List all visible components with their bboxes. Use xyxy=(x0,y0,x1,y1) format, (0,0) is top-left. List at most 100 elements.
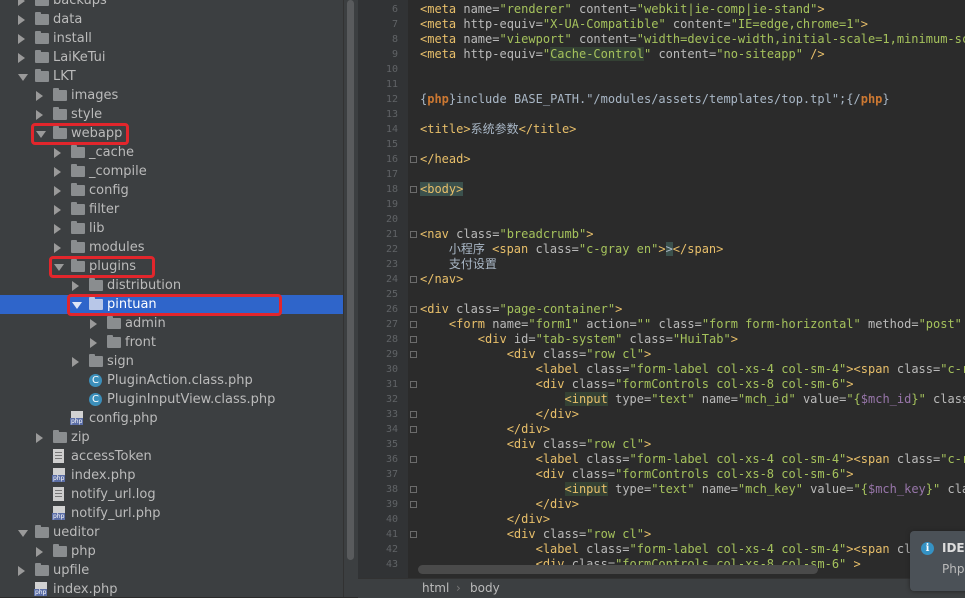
chevron-right-icon[interactable] xyxy=(72,281,79,291)
chevron-right-icon[interactable] xyxy=(54,224,61,234)
fold-toggle-icon[interactable] xyxy=(410,321,417,328)
chevron-right-icon[interactable] xyxy=(54,186,61,196)
tree-scrollbar-thumb[interactable] xyxy=(347,0,354,560)
fold-toggle-icon[interactable] xyxy=(410,531,417,538)
fold-toggle-icon[interactable] xyxy=(410,186,417,193)
code-token: <div xyxy=(535,467,572,481)
tree-item-zip[interactable]: zip xyxy=(0,428,343,447)
code-token: > xyxy=(853,557,861,571)
chevron-right-icon[interactable] xyxy=(18,566,25,576)
fold-toggle-icon[interactable] xyxy=(410,231,417,238)
tree-scrollbar[interactable] xyxy=(343,0,358,597)
code-token: "row cl" xyxy=(586,347,644,361)
fold-toggle-icon[interactable] xyxy=(410,411,417,418)
breadcrumb-html[interactable]: html xyxy=(422,579,449,598)
fold-toggle-icon[interactable] xyxy=(410,456,417,463)
ide-notification[interactable]: i IDE Php xyxy=(910,531,965,591)
breadcrumb-body[interactable]: body xyxy=(470,579,500,598)
tree-item-ueditor[interactable]: ueditor xyxy=(0,523,343,542)
chevron-right-icon[interactable] xyxy=(36,110,43,120)
tree-item-label: index.php xyxy=(71,468,136,483)
chevron-right-icon[interactable] xyxy=(90,338,97,348)
chevron-down-icon[interactable] xyxy=(18,74,28,81)
tree-item-sign[interactable]: sign xyxy=(0,352,343,371)
tree-item-compile[interactable]: _compile xyxy=(0,162,343,181)
chevron-right-icon[interactable] xyxy=(36,433,43,443)
code-line: </div> xyxy=(420,422,965,437)
chevron-right-icon[interactable] xyxy=(72,357,79,367)
fold-toggle-icon[interactable] xyxy=(410,336,417,343)
code-token: class= xyxy=(456,227,500,241)
tree-item-style[interactable]: style xyxy=(0,105,343,124)
chevron-right-icon[interactable] xyxy=(18,15,25,25)
code-token: </div> xyxy=(535,497,579,511)
tree-item-admin[interactable]: admin xyxy=(0,314,343,333)
tree-item-laiketui[interactable]: LaiKeTui xyxy=(0,48,343,67)
fold-toggle-icon[interactable] xyxy=(410,381,417,388)
tree-item-accesstoken[interactable]: accessToken xyxy=(0,447,343,466)
code-token: > xyxy=(643,527,652,541)
fold-toggle-icon[interactable] xyxy=(410,276,417,283)
chevron-right-icon[interactable] xyxy=(90,319,97,329)
chevron-right-icon[interactable] xyxy=(18,0,25,6)
tree-item-config[interactable]: config xyxy=(0,181,343,200)
code-token: "IE=edge,chrome=1" xyxy=(730,17,861,31)
tree-item-install[interactable]: install xyxy=(0,29,343,48)
code-token: "mch_key" xyxy=(737,482,811,496)
project-tree[interactable]: backups data install LaiKeTui LKT images style… xyxy=(0,0,343,597)
fold-toggle-icon[interactable] xyxy=(410,486,417,493)
tree-item-pintuan[interactable]: pintuan xyxy=(0,294,343,316)
tree-item-webapp[interactable]: webapp xyxy=(0,123,343,145)
fold-toggle-icon[interactable] xyxy=(410,501,417,508)
code-line: </div> xyxy=(420,407,965,422)
code-token: > xyxy=(615,302,623,316)
chevron-right-icon[interactable] xyxy=(54,205,61,215)
code-token: "row cl" xyxy=(586,437,644,451)
tree-item-backups[interactable]: backups xyxy=(0,0,343,10)
fold-toggle-icon[interactable] xyxy=(410,306,417,313)
fold-toggle-icon[interactable] xyxy=(410,156,417,163)
tree-item-images[interactable]: images xyxy=(0,86,343,105)
tree-item-filter[interactable]: filter xyxy=(0,200,343,219)
tree-item-distribution[interactable]: distribution xyxy=(0,276,343,295)
tree-item-upfile[interactable]: upfile xyxy=(0,561,343,580)
chevron-right-icon[interactable] xyxy=(18,53,25,63)
tree-item-lkt[interactable]: LKT xyxy=(0,67,343,86)
code-editor[interactable]: <meta name="renderer" content="webkit|ie… xyxy=(418,0,965,578)
line-number-gutter[interactable]: 6 7 8 9 10 11 12 13 14 15 16 17 18 19 20 21 22 23 24 25 26 27… xyxy=(358,0,408,578)
tree-item-label: admin xyxy=(125,316,166,331)
fold-toggle-icon[interactable] xyxy=(410,351,417,358)
code-token: type= xyxy=(615,392,652,406)
tree-item-front[interactable]: front xyxy=(0,333,343,352)
chevron-right-icon[interactable] xyxy=(54,243,61,253)
chevron-right-icon[interactable] xyxy=(54,148,61,158)
tree-item-index-php[interactable]: index.php xyxy=(0,466,343,485)
tree-item-plugininputview-class-php[interactable]: C PluginInputView.class.php xyxy=(0,390,343,409)
chevron-right-icon[interactable] xyxy=(18,34,25,44)
tree-item-notify-url-log[interactable]: notify_url.log xyxy=(0,485,343,504)
tree-item-config-php[interactable]: config.php xyxy=(0,409,343,428)
tree-item-plugins[interactable]: plugins xyxy=(0,256,343,278)
code-token: "width=device-width,initial-scale=1,mini… xyxy=(636,32,965,46)
breadcrumb-separator: › xyxy=(456,581,461,595)
chevron-down-icon[interactable] xyxy=(18,530,28,537)
tree-item-index-php[interactable]: index.php xyxy=(0,580,343,597)
chevron-right-icon[interactable] xyxy=(36,91,43,101)
chevron-right-icon[interactable] xyxy=(54,167,61,177)
tree-item-pluginaction-class-php[interactable]: C PluginAction.class.php xyxy=(0,371,343,390)
notification-title: IDE xyxy=(942,541,965,555)
tree-item-lib[interactable]: lib xyxy=(0,219,343,238)
tree-item-php[interactable]: php xyxy=(0,542,343,561)
tree-item-notify-url-php[interactable]: notify_url.php xyxy=(0,504,343,523)
editor-horizontal-scrollbar[interactable] xyxy=(418,565,818,574)
code-token: "form-label col-xs-4 col-sm-4" xyxy=(629,362,847,376)
tree-item-cache[interactable]: _cache xyxy=(0,143,343,162)
fold-toggle-icon[interactable] xyxy=(410,426,417,433)
tree-item-modules[interactable]: modules xyxy=(0,238,343,257)
chevron-right-icon[interactable] xyxy=(36,547,43,557)
tree-item-data[interactable]: data xyxy=(0,10,343,29)
code-token: <div xyxy=(506,347,543,361)
code-token: </div> xyxy=(535,407,579,421)
